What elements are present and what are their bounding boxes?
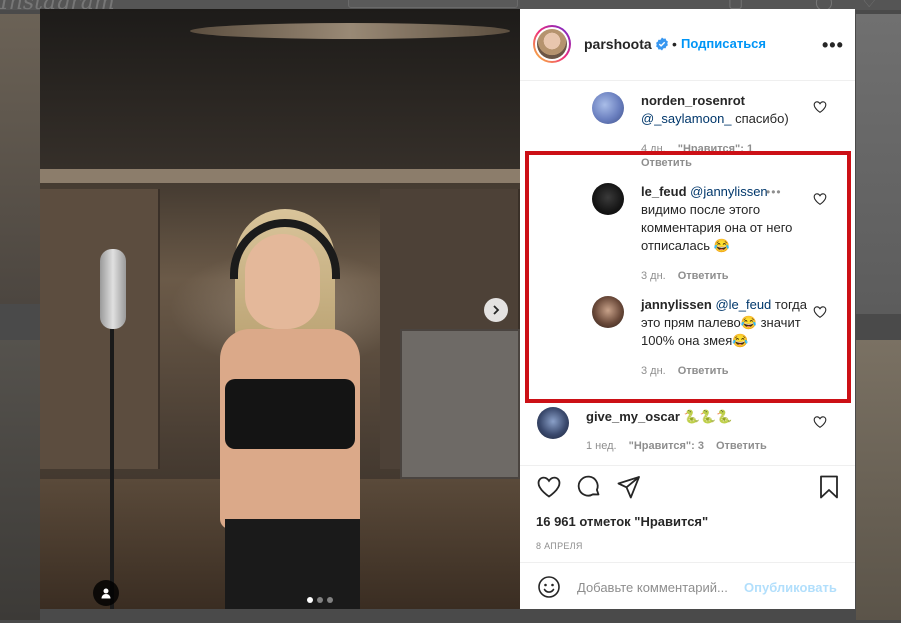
- comment-more-button[interactable]: •••: [766, 185, 782, 199]
- photo-person-top: [225, 379, 355, 449]
- comment-mention[interactable]: @_saylamoon_: [641, 111, 732, 126]
- comment-meta: 4 дн. "Нравится": 1: [641, 143, 765, 155]
- comment-mention[interactable]: @le_feud: [715, 297, 771, 312]
- photo-rail: [40, 169, 520, 183]
- comment-username[interactable]: norden_rosenrot: [641, 93, 745, 108]
- comment-avatar[interactable]: [592, 296, 624, 328]
- comment-time: 3 дн.: [641, 365, 666, 377]
- comment-text: norden_rosenrot @_saylamoon_ спасибо): [641, 92, 811, 128]
- header-separator: •: [672, 36, 677, 52]
- comment-time: 3 дн.: [641, 270, 666, 282]
- comment-message: спасибо): [731, 111, 789, 126]
- follow-button[interactable]: Подписаться: [681, 36, 766, 51]
- heart-icon[interactable]: [813, 415, 827, 429]
- post-side-panel: parshoota • Подписаться ••• norden_rosen…: [520, 9, 855, 609]
- post-actions: 16 961 отметок "Нравится" 8 АПРЕЛЯ Опубл…: [520, 465, 855, 609]
- comment-username[interactable]: le_feud: [641, 184, 687, 199]
- reply-button[interactable]: Ответить: [716, 440, 767, 452]
- background-grid-tile: [0, 14, 40, 304]
- comment-time: 1 нед.: [586, 440, 617, 452]
- photo-person-pants: [225, 519, 360, 609]
- comment-message: видимо после этого комментария она от не…: [641, 202, 793, 253]
- background-heart-icon: ♡: [862, 0, 877, 11]
- like-heart-icon[interactable]: [536, 474, 562, 500]
- comment-bubble-icon[interactable]: [576, 474, 602, 500]
- likes-count[interactable]: 16 961 отметок "Нравится": [536, 514, 708, 529]
- comment-message: 🐍🐍🐍: [679, 409, 733, 424]
- comment-mention[interactable]: @jannylissen: [690, 184, 768, 199]
- photo-light: [190, 23, 510, 39]
- comment-avatar[interactable]: [592, 183, 624, 215]
- post-header: parshoota • Подписаться •••: [520, 9, 855, 81]
- photo-studio-window: [400, 329, 520, 479]
- photo-mic-pole: [110, 329, 114, 609]
- carousel-dot: [317, 597, 323, 603]
- post-date: 8 АПРЕЛЯ: [536, 541, 583, 551]
- author-avatar[interactable]: [533, 25, 571, 63]
- comment-meta: 3 дн. Ответить: [641, 365, 741, 377]
- background-search-box: [348, 0, 518, 8]
- comment-avatar[interactable]: [592, 92, 624, 124]
- next-slide-button[interactable]: [484, 298, 508, 322]
- bookmark-icon[interactable]: [816, 474, 842, 500]
- heart-icon[interactable]: [813, 305, 827, 319]
- photo-microphone: [100, 249, 126, 329]
- comment-time: 4 дн.: [641, 143, 666, 155]
- chevron-right-icon: [493, 305, 500, 315]
- tagged-user-icon[interactable]: [93, 580, 119, 606]
- author-username[interactable]: parshoota: [584, 36, 652, 52]
- background-grid-tile: [856, 340, 901, 620]
- photo-person: [200, 209, 380, 609]
- more-options-button[interactable]: •••: [822, 35, 844, 56]
- comment-input[interactable]: [577, 575, 737, 599]
- heart-icon[interactable]: [813, 100, 827, 114]
- photo-wall: [40, 189, 160, 469]
- comment-text: jannylissen @le_feud тогда это прям пале…: [641, 296, 811, 350]
- comment-reply-row: Ответить: [641, 157, 704, 169]
- emoji-icon[interactable]: [537, 575, 561, 599]
- background-grid-tile: [0, 340, 40, 620]
- reply-button[interactable]: Ответить: [641, 157, 692, 169]
- comment-meta: 1 нед. "Нравится": 3 Ответить: [586, 440, 779, 452]
- background-grid-tile: [856, 14, 901, 314]
- add-comment-bar: Опубликовать: [520, 562, 855, 610]
- comment-likes[interactable]: "Нравится": 3: [629, 440, 704, 452]
- comment-likes[interactable]: "Нравится": 1: [678, 143, 753, 155]
- comment-username[interactable]: jannylissen: [641, 297, 712, 312]
- heart-icon[interactable]: [813, 192, 827, 206]
- carousel-dots: [307, 597, 333, 603]
- comment-text: give_my_oscar 🐍🐍🐍: [586, 408, 806, 426]
- comment-avatar[interactable]: [537, 407, 569, 439]
- reply-button[interactable]: Ответить: [678, 270, 729, 282]
- carousel-dot: [327, 597, 333, 603]
- carousel-dot: [307, 597, 313, 603]
- reply-button[interactable]: Ответить: [678, 365, 729, 377]
- comment-meta: 3 дн. Ответить: [641, 270, 741, 282]
- post-photo[interactable]: [40, 9, 520, 609]
- publish-button[interactable]: Опубликовать: [744, 580, 837, 595]
- comments-list[interactable]: norden_rosenrot @_saylamoon_ спасибо) 4 …: [520, 82, 855, 465]
- comment-username[interactable]: give_my_oscar: [586, 409, 680, 424]
- verified-badge-icon: [656, 37, 668, 51]
- share-paper-plane-icon[interactable]: [616, 474, 642, 500]
